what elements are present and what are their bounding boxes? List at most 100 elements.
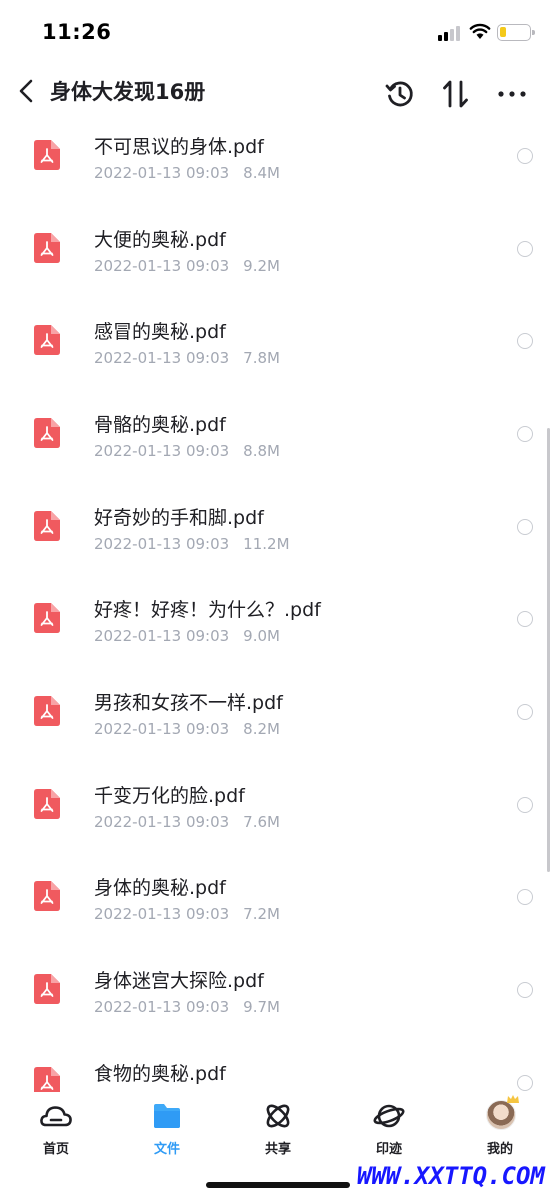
- file-date: 2022-01-13 09:03: [94, 442, 230, 460]
- pdf-file-icon: [34, 696, 60, 726]
- tab-traces-label: 印迹: [375, 1142, 402, 1157]
- select-checkbox[interactable]: [517, 1075, 533, 1091]
- planet-icon: [373, 1104, 405, 1128]
- file-date: 2022-01-13 09:03: [94, 535, 230, 553]
- file-list[interactable]: 不可思议的身体.pdf 2022-01-13 09:03 8.4M 大便的奥秘.p…: [0, 110, 555, 1092]
- file-date: 2022-01-13 09:03: [94, 998, 230, 1016]
- file-name: 食物的奥秘.pdf: [94, 1063, 226, 1085]
- status-bar: 11:26: [0, 0, 555, 64]
- pdf-file-icon: [34, 140, 60, 170]
- file-item[interactable]: 身体的奥秘.pdf 2022-01-13 09:03 7.2M: [0, 851, 555, 943]
- file-meta: 2022-01-13 09:03 9.0M: [94, 627, 280, 645]
- page-title: 身体大发现16册: [50, 80, 206, 104]
- file-item[interactable]: 食物的奥秘.pdf: [0, 1037, 555, 1092]
- file-name: 身体的奥秘.pdf: [94, 877, 226, 899]
- select-checkbox[interactable]: [517, 148, 533, 164]
- battery-icon: [497, 24, 535, 41]
- file-item[interactable]: 男孩和女孩不一样.pdf 2022-01-13 09:03 8.2M: [0, 666, 555, 758]
- file-item[interactable]: 千变万化的脸.pdf 2022-01-13 09:03 7.6M: [0, 759, 555, 851]
- pdf-file-icon: [34, 974, 60, 1004]
- file-meta: 2022-01-13 09:03 11.2M: [94, 535, 290, 553]
- file-size: 8.2M: [243, 720, 280, 738]
- tab-share-label: 共享: [264, 1142, 291, 1157]
- crown-icon: [507, 1095, 519, 1103]
- scrollbar[interactable]: [547, 428, 550, 872]
- file-size: 9.0M: [243, 627, 280, 645]
- tab-files[interactable]: 文件: [127, 1098, 207, 1157]
- select-checkbox[interactable]: [517, 426, 533, 442]
- file-size: 7.6M: [243, 813, 280, 831]
- file-date: 2022-01-13 09:03: [94, 349, 230, 367]
- file-date: 2022-01-13 09:03: [94, 164, 230, 182]
- cellular-signal-icon: [438, 25, 463, 41]
- file-date: 2022-01-13 09:03: [94, 720, 230, 738]
- tab-home[interactable]: 首页: [16, 1098, 96, 1157]
- sort-icon[interactable]: [441, 78, 471, 110]
- tab-home-label: 首页: [42, 1142, 69, 1157]
- pdf-file-icon: [34, 511, 60, 541]
- file-item[interactable]: 感冒的奥秘.pdf 2022-01-13 09:03 7.8M: [0, 295, 555, 387]
- file-name: 骨骼的奥秘.pdf: [94, 414, 226, 436]
- pdf-file-icon: [34, 789, 60, 819]
- file-meta: 2022-01-13 09:03 7.6M: [94, 813, 280, 831]
- file-meta: 2022-01-13 09:03 7.2M: [94, 905, 280, 923]
- file-item[interactable]: 骨骼的奥秘.pdf 2022-01-13 09:03 8.8M: [0, 388, 555, 480]
- select-checkbox[interactable]: [517, 333, 533, 349]
- file-meta: 2022-01-13 09:03 8.4M: [94, 164, 280, 182]
- history-icon[interactable]: [384, 78, 416, 110]
- file-name: 男孩和女孩不一样.pdf: [94, 692, 283, 714]
- home-cloud-icon: [40, 1106, 72, 1127]
- file-meta: 2022-01-13 09:03 8.8M: [94, 442, 280, 460]
- file-name: 好疼！好疼！为什么？.pdf: [94, 599, 321, 621]
- file-meta: 2022-01-13 09:03 7.8M: [94, 349, 280, 367]
- select-checkbox[interactable]: [517, 241, 533, 257]
- watermark: WWW.XXTTQ.COM: [357, 1162, 545, 1190]
- file-size: 9.2M: [243, 257, 280, 275]
- folder-icon: [154, 1104, 180, 1128]
- tab-share[interactable]: 共享: [238, 1098, 318, 1157]
- file-meta: 2022-01-13 09:03 9.7M: [94, 998, 280, 1016]
- file-name: 千变万化的脸.pdf: [94, 785, 245, 807]
- select-checkbox[interactable]: [517, 982, 533, 998]
- pdf-file-icon: [34, 325, 60, 355]
- tab-traces[interactable]: 印迹: [349, 1098, 429, 1157]
- avatar: [486, 1100, 516, 1130]
- file-size: 11.2M: [243, 535, 290, 553]
- file-item[interactable]: 大便的奥秘.pdf 2022-01-13 09:03 9.2M: [0, 203, 555, 295]
- more-horizontal-icon[interactable]: [497, 78, 527, 110]
- select-checkbox[interactable]: [517, 704, 533, 720]
- file-size: 8.8M: [243, 442, 280, 460]
- file-meta: 2022-01-13 09:03 8.2M: [94, 720, 280, 738]
- pdf-file-icon: [34, 418, 60, 448]
- select-checkbox[interactable]: [517, 611, 533, 627]
- file-item[interactable]: 身体迷宫大探险.pdf 2022-01-13 09:03 9.7M: [0, 944, 555, 1036]
- select-checkbox[interactable]: [517, 889, 533, 905]
- file-item[interactable]: 不可思议的身体.pdf 2022-01-13 09:03 8.4M: [0, 110, 555, 202]
- wifi-icon: [469, 23, 491, 39]
- file-name: 感冒的奥秘.pdf: [94, 321, 226, 343]
- status-time: 11:26: [42, 20, 112, 44]
- pdf-file-icon: [34, 603, 60, 633]
- file-item[interactable]: 好奇妙的手和脚.pdf 2022-01-13 09:03 11.2M: [0, 481, 555, 573]
- file-size: 8.4M: [243, 164, 280, 182]
- file-name: 不可思议的身体.pdf: [94, 136, 264, 158]
- pdf-file-icon: [34, 881, 60, 911]
- tab-files-label: 文件: [153, 1142, 180, 1157]
- file-date: 2022-01-13 09:03: [94, 813, 230, 831]
- tab-mine[interactable]: 我的: [460, 1095, 540, 1157]
- tab-bar: 首页 文件 共享 印迹 我的: [0, 1092, 555, 1162]
- file-size: 7.8M: [243, 349, 280, 367]
- select-checkbox[interactable]: [517, 797, 533, 813]
- file-item[interactable]: 好疼！好疼！为什么？.pdf 2022-01-13 09:03 9.0M: [0, 573, 555, 665]
- file-name: 身体迷宫大探险.pdf: [94, 970, 264, 992]
- file-name: 大便的奥秘.pdf: [94, 229, 226, 251]
- select-checkbox[interactable]: [517, 519, 533, 535]
- home-indicator: [206, 1182, 350, 1188]
- file-date: 2022-01-13 09:03: [94, 257, 230, 275]
- tab-mine-label: 我的: [486, 1142, 513, 1157]
- back-button[interactable]: [14, 76, 42, 106]
- file-name: 好奇妙的手和脚.pdf: [94, 507, 264, 529]
- file-meta: 2022-01-13 09:03 9.2M: [94, 257, 280, 275]
- file-size: 9.7M: [243, 998, 280, 1016]
- file-date: 2022-01-13 09:03: [94, 627, 230, 645]
